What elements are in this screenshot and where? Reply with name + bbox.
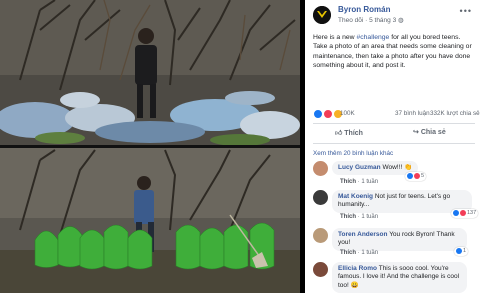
divider	[313, 143, 475, 144]
like-icon	[407, 172, 413, 179]
commenter-name[interactable]: Toren Anderson	[338, 231, 387, 238]
commenter-avatar[interactable]	[313, 190, 328, 205]
comment-item: Ellicia Romo This is sooo cool. You're f…	[313, 262, 475, 293]
reaction-badge-count: 1	[463, 248, 467, 254]
like-label: Thích	[344, 130, 363, 137]
share-button[interactable]: ↪ Chia sẻ	[413, 128, 446, 136]
comment-like-link[interactable]: Thích	[340, 179, 356, 185]
follow-link[interactable]: Theo dõi	[338, 17, 363, 24]
reaction-count[interactable]: 100K	[340, 110, 355, 117]
share-label: Chia sẻ	[420, 129, 446, 136]
post-header: Byron Román Theo dõi · 5 tháng 3 ◍ •••	[305, 0, 480, 29]
logo-avatar-icon	[313, 6, 331, 24]
comment-like-link[interactable]: Thích	[340, 250, 356, 256]
post-text: Here is a new #challenge for all you bor…	[313, 33, 475, 70]
comment-bubble: Toren Anderson You rock Byron! Thank you…	[332, 228, 467, 251]
love-icon	[460, 209, 466, 216]
reaction-badge[interactable]: 137	[451, 209, 479, 218]
reaction-badge[interactable]: 5	[405, 172, 427, 181]
comments-count[interactable]: 37 bình luận	[395, 110, 430, 117]
post-panel: Byron Román Theo dõi · 5 tháng 3 ◍ ••• H…	[305, 0, 480, 293]
post-actions: 👍︎ Thích ↪ Chia sẻ	[313, 125, 475, 141]
comment-bubble: Ellicia Romo This is sooo cool. You're f…	[332, 262, 467, 293]
comment-time[interactable]: 1 tuần	[361, 250, 378, 256]
commenter-name[interactable]: Ellicia Romo	[338, 265, 377, 272]
comment-footer: Thích · 1 tuần	[340, 250, 379, 256]
love-icon	[414, 172, 420, 179]
comment-item: Mat Koenig Not just for teens. Let's go …	[313, 190, 479, 224]
commenter-avatar[interactable]	[313, 262, 328, 277]
post-stats: 100K 37 bình luận 332K lượt chia sẻ	[313, 108, 480, 120]
author-name[interactable]: Byron Román	[338, 5, 390, 14]
globe-icon: ◍	[398, 17, 404, 24]
post-photo-image	[0, 0, 300, 293]
shares-count[interactable]: 332K lượt chia sẻ	[430, 110, 480, 117]
commenter-avatar[interactable]	[313, 161, 328, 176]
post-text-start: Here is a new	[313, 34, 357, 41]
post-date[interactable]: 5 tháng 3	[369, 17, 396, 24]
commenter-avatar[interactable]	[313, 228, 328, 243]
comment-footer: Thích · 1 tuần	[340, 214, 379, 220]
love-icon	[322, 109, 333, 119]
comment-item: Lucy Guzman Wow!!! 👏 5 Thích · 1 tuần	[313, 161, 475, 189]
reaction-badge-count: 5	[421, 173, 425, 179]
share-icon: ↪	[413, 129, 421, 136]
comment-bubble: Mat Koenig Not just for teens. Let's go …	[332, 190, 472, 213]
comment-footer: Thích · 1 tuần	[340, 179, 379, 185]
comment-text: Wow!!! 👏	[382, 164, 413, 171]
like-icon	[453, 209, 459, 216]
commenter-name[interactable]: Mat Koenig	[338, 193, 373, 200]
view-more-comments[interactable]: Xem thêm 20 bình luận khác	[313, 150, 393, 157]
like-icon	[456, 247, 462, 254]
menu-dots-icon[interactable]: •••	[460, 6, 472, 16]
divider	[313, 123, 475, 124]
commenter-name[interactable]: Lucy Guzman	[338, 164, 381, 171]
thumbs-up-icon: 👍︎	[335, 130, 345, 137]
author-avatar[interactable]	[313, 6, 331, 24]
reaction-badge-count: 137	[467, 210, 477, 216]
reaction-icons[interactable]	[313, 109, 343, 119]
hashtag-link[interactable]: #challenge	[356, 34, 389, 41]
reaction-badge[interactable]: 1	[454, 247, 469, 256]
comment-time[interactable]: 1 tuần	[361, 179, 378, 185]
comment-item: Toren Anderson You rock Byron! Thank you…	[313, 228, 475, 258]
like-icon	[313, 109, 323, 119]
post-meta: Theo dõi · 5 tháng 3 ◍	[338, 17, 404, 24]
post-photo[interactable]	[0, 0, 300, 293]
comment-like-link[interactable]: Thích	[340, 214, 356, 220]
comment-time[interactable]: 1 tuần	[361, 214, 378, 220]
like-button[interactable]: 👍︎ Thích	[335, 128, 363, 137]
